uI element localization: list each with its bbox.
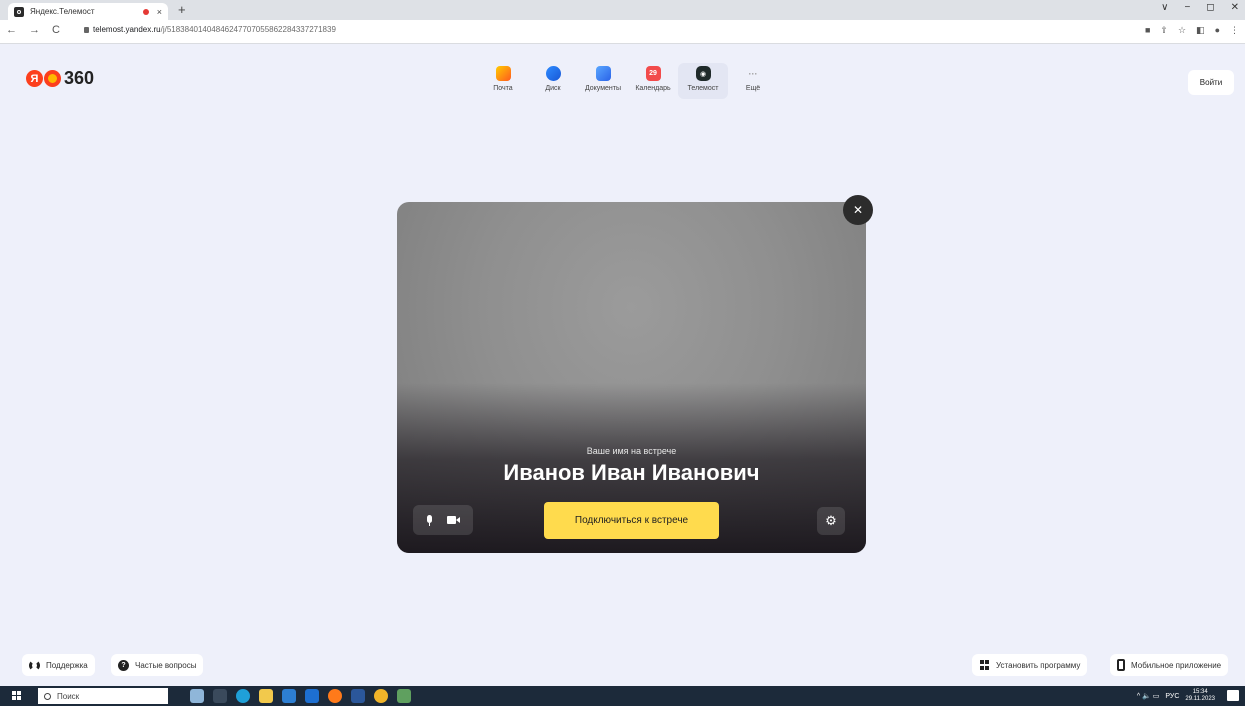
profile-icon[interactable]: ● <box>1215 25 1220 36</box>
question-icon: ? <box>118 659 129 671</box>
minimize-button[interactable]: − <box>1184 2 1190 13</box>
mail-app-icon[interactable] <box>305 689 319 703</box>
service-label: Календарь <box>635 85 671 92</box>
tray-icons[interactable]: ^ 🔈 ▭ <box>1137 692 1160 700</box>
disk-icon <box>545 66 561 81</box>
documents-icon <box>595 66 611 81</box>
lock-icon[interactable] <box>84 26 89 33</box>
install-app-button[interactable]: Установить программу <box>972 654 1088 676</box>
service-label: Диск <box>545 85 561 92</box>
faq-label: Частые вопросы <box>135 660 197 670</box>
browser-tab-bar: Яндекс.Телемост × + ∨ − ◻ ✕ <box>0 0 1245 20</box>
camera-icon[interactable] <box>447 516 460 524</box>
chrome-icon[interactable] <box>374 689 388 703</box>
service-more[interactable]: ··· Ещё <box>728 63 778 99</box>
task-view-icon[interactable] <box>213 689 227 703</box>
navigation-buttons: ← → C <box>6 24 60 36</box>
tab-search-icon[interactable]: ∨ <box>1161 2 1168 13</box>
taskbar-search-placeholder: Поиск <box>57 691 80 701</box>
close-preview-button[interactable]: ✕ <box>843 195 873 225</box>
language-indicator[interactable]: РУС <box>1165 693 1179 700</box>
support-button[interactable]: Поддержка <box>22 654 95 676</box>
bookmark-star-icon[interactable]: ☆ <box>1178 25 1186 36</box>
word-icon[interactable] <box>351 689 365 703</box>
clock-date: 29.11.2023 <box>1185 696 1215 702</box>
more-icon: ··· <box>748 68 758 79</box>
search-icon <box>44 692 51 700</box>
yandex-360-logo[interactable]: Я 360 <box>26 68 94 89</box>
support-label: Поддержка <box>46 660 88 670</box>
service-telemost[interactable]: ◉ Телемост <box>678 63 728 99</box>
url-path: /j/5183840140484624770705586228433727183… <box>160 25 336 34</box>
window-controls: ∨ − ◻ ✕ <box>1161 2 1239 13</box>
telemost-icon: ◉ <box>695 66 711 81</box>
new-tab-button[interactable]: + <box>178 3 186 17</box>
mobile-label: Мобильное приложение <box>1131 660 1222 670</box>
join-meeting-button[interactable]: Подключиться к встрече <box>544 502 719 539</box>
window-close-button[interactable]: ✕ <box>1231 2 1239 13</box>
notifications-icon[interactable] <box>1227 690 1239 701</box>
firefox-icon[interactable] <box>328 689 342 703</box>
camera-permission-icon[interactable]: ■ <box>1145 25 1150 36</box>
clock-time: 15:34 <box>1192 689 1208 695</box>
service-calendar[interactable]: 29 Календарь <box>628 63 678 99</box>
store-icon[interactable] <box>282 689 296 703</box>
support-lifebuoy-icon <box>29 659 40 671</box>
service-mail[interactable]: Почта <box>478 63 528 99</box>
app-icon[interactable] <box>397 689 411 703</box>
browser-menu-icon[interactable]: ⋮ <box>1230 25 1239 36</box>
restore-button[interactable]: ◻ <box>1206 2 1214 13</box>
mobile-app-button[interactable]: Мобильное приложение <box>1110 654 1229 676</box>
tab-close-icon[interactable]: × <box>157 7 162 17</box>
media-controls <box>413 505 473 535</box>
url-host: telemost.yandex.ru <box>93 25 161 34</box>
service-label: Почта <box>493 85 513 92</box>
address-bar-row: ← → C telemost.yandex.ru /j/518384014048… <box>0 20 1245 44</box>
name-hint-label: Ваше имя на встрече <box>586 446 677 456</box>
telemost-favicon-icon <box>14 6 24 17</box>
settings-gear-icon[interactable]: ⚙ <box>817 507 845 535</box>
calendar-icon: 29 <box>645 66 661 81</box>
participant-name[interactable]: Иванов Иван Иванович <box>397 460 866 486</box>
reload-icon[interactable]: C <box>52 24 60 36</box>
windows-taskbar: Поиск ^ 🔈 ▭ РУС 15:34 29.11.2023 <box>0 686 1245 706</box>
taskbar-apps <box>190 689 411 703</box>
recording-indicator-icon <box>142 8 149 15</box>
system-tray: ^ 🔈 ▭ РУС 15:34 29.11.2023 <box>1137 689 1215 703</box>
yandex-logo-icon: Я <box>26 70 43 87</box>
service-label: Документы <box>584 85 622 92</box>
forward-arrow-icon[interactable]: → <box>29 24 40 36</box>
share-icon[interactable]: ⇪ <box>1160 25 1168 36</box>
file-explorer-icon[interactable] <box>259 689 273 703</box>
video-preview-card: Ваше имя на встрече Иванов Иван Иванович… <box>397 202 866 553</box>
services-nav: Почта Диск Документы 29 Календарь ◉ Теле… <box>478 63 778 99</box>
browser-tab-telemost[interactable]: Яндекс.Телемост × <box>8 3 168 20</box>
windows-start-icon[interactable] <box>12 691 21 700</box>
login-button[interactable]: Войти <box>1188 70 1234 95</box>
phone-icon <box>1117 659 1125 671</box>
taskbar-search-input[interactable]: Поиск <box>38 688 168 704</box>
browser-toolbar-icons: ■ ⇪ ☆ ◧ ● ⋮ <box>1145 25 1239 36</box>
weather-widget-icon[interactable] <box>190 689 204 703</box>
install-label: Установить программу <box>996 660 1081 670</box>
logo-number: 360 <box>64 68 95 88</box>
mail-icon <box>495 66 511 81</box>
side-panel-icon[interactable]: ◧ <box>1196 25 1205 36</box>
edge-browser-icon[interactable] <box>236 689 250 703</box>
faq-button[interactable]: ? Частые вопросы <box>111 654 204 676</box>
back-arrow-icon[interactable]: ← <box>6 24 17 36</box>
service-label: Телемост <box>687 85 719 92</box>
service-label: Ещё <box>745 85 761 92</box>
windows-logo-icon <box>979 660 990 671</box>
url-field[interactable]: telemost.yandex.ru /j/518384014048462477… <box>84 25 336 34</box>
tab-title: Яндекс.Телемост <box>30 7 95 16</box>
service-documents[interactable]: Документы <box>578 63 628 99</box>
service-disk[interactable]: Диск <box>528 63 578 99</box>
clock[interactable]: 15:34 29.11.2023 <box>1185 689 1215 703</box>
360-ring-icon <box>44 70 61 87</box>
microphone-icon[interactable] <box>426 514 433 526</box>
